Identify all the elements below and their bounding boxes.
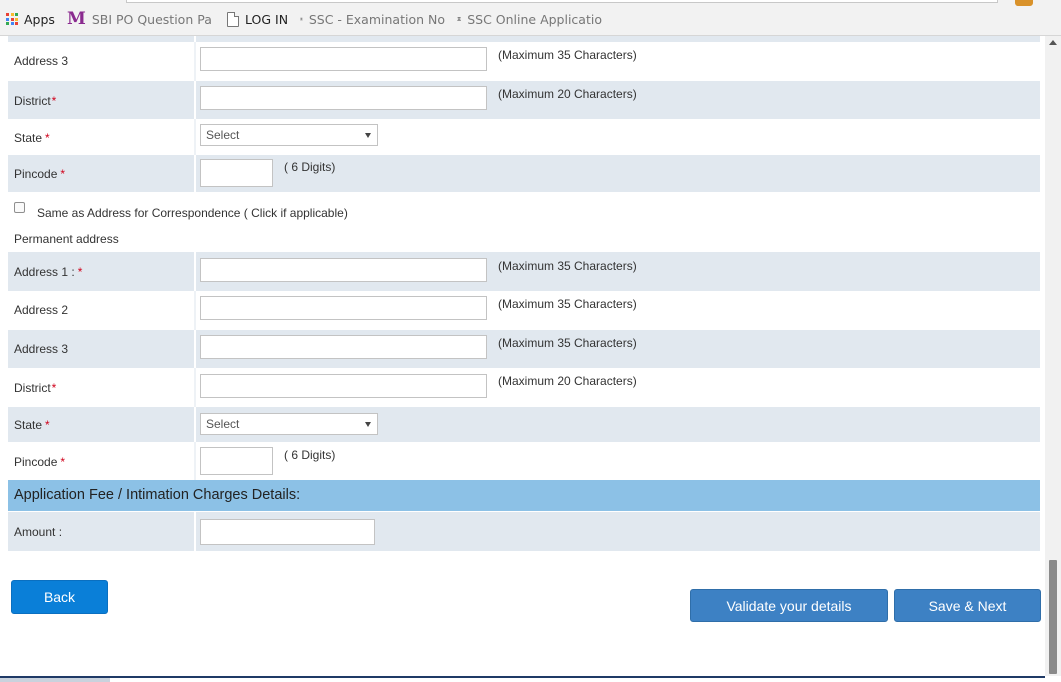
perm-address2-input[interactable] bbox=[200, 296, 487, 320]
field-label: State * bbox=[14, 131, 50, 145]
row-perm-district: District* (Maximum 20 Characters) bbox=[8, 368, 1040, 407]
field-hint: ( 6 Digits) bbox=[284, 160, 336, 174]
field-label: District* bbox=[14, 94, 57, 108]
required-marker: * bbox=[60, 167, 66, 181]
bookmarks-bar: Apps M SBI PO Question Pape LOG IN SSC -… bbox=[0, 0, 1061, 36]
bookmark-label: LOG IN bbox=[245, 11, 289, 27]
required-marker: * bbox=[45, 418, 50, 432]
required-marker: * bbox=[51, 94, 57, 108]
bookmark-ssc-online[interactable]: SSC Online Applicatio bbox=[457, 10, 602, 28]
perm-state-select[interactable]: Select bbox=[200, 413, 378, 435]
row-perm-state: State * Select bbox=[8, 407, 1040, 442]
footer-border bbox=[0, 676, 1045, 678]
corr-district-input[interactable] bbox=[200, 86, 487, 110]
perm-district-input[interactable] bbox=[200, 374, 487, 398]
address-bar-edge bbox=[126, 0, 998, 3]
field-hint: ( 6 Digits) bbox=[284, 448, 336, 462]
field-label: Pincode * bbox=[14, 167, 66, 181]
select-value: Select bbox=[206, 128, 240, 142]
perm-address3-input[interactable] bbox=[200, 335, 487, 359]
scroll-up-arrow-icon[interactable] bbox=[1049, 40, 1057, 45]
corr-state-select[interactable]: Select bbox=[200, 124, 378, 146]
document-icon bbox=[227, 11, 239, 27]
row-corr-address3: Address 3 (Maximum 35 Characters) bbox=[8, 42, 1040, 81]
field-label: Address 1 : * bbox=[14, 265, 83, 279]
required-marker: * bbox=[77, 265, 83, 279]
required-marker: * bbox=[45, 131, 50, 145]
footer-tab bbox=[0, 678, 110, 682]
save-next-button[interactable]: Save & Next bbox=[894, 589, 1041, 622]
amount-input[interactable] bbox=[200, 519, 375, 545]
fee-section-header: Application Fee / Intimation Charges Det… bbox=[8, 480, 1040, 511]
vertical-scrollbar[interactable] bbox=[1045, 36, 1061, 676]
bookmark-label: SBI PO Question Pape bbox=[91, 11, 213, 27]
perm-address1-input[interactable] bbox=[200, 258, 487, 282]
select-value: Select bbox=[206, 417, 240, 431]
row-perm-address1: Address 1 : * (Maximum 35 Characters) bbox=[8, 252, 1040, 291]
bookmark-apps[interactable]: Apps bbox=[6, 10, 55, 28]
required-marker: * bbox=[51, 381, 57, 395]
field-label: Pincode * bbox=[14, 455, 66, 469]
permanent-address-heading: Permanent address bbox=[14, 232, 119, 246]
back-button[interactable]: Back bbox=[11, 580, 108, 614]
field-hint: (Maximum 20 Characters) bbox=[498, 374, 637, 388]
required-marker: * bbox=[60, 455, 66, 469]
field-hint: (Maximum 35 Characters) bbox=[498, 297, 637, 311]
bookmark-label: Apps bbox=[24, 11, 55, 27]
row-perm-address2: Address 2 (Maximum 35 Characters) bbox=[8, 291, 1040, 330]
bookmark-sbi-po[interactable]: M SBI PO Question Pape bbox=[67, 10, 213, 28]
bookmark-label: SSC - Examination No bbox=[308, 11, 445, 27]
scroll-thumb[interactable] bbox=[1049, 560, 1057, 674]
field-label: Address 2 bbox=[14, 303, 69, 317]
field-label: Amount : bbox=[14, 525, 63, 539]
bookmark-login[interactable]: LOG IN bbox=[227, 10, 288, 28]
row-perm-address3: Address 3 (Maximum 35 Characters) bbox=[8, 330, 1040, 368]
corr-address3-input[interactable] bbox=[200, 47, 487, 71]
row-amount: Amount : bbox=[8, 512, 1040, 551]
field-label: Address 3 bbox=[14, 342, 69, 356]
row-corr-pincode: Pincode * ( 6 Digits) bbox=[8, 155, 1040, 192]
row-corr-district: District* (Maximum 20 Characters) bbox=[8, 81, 1040, 119]
field-label: Address 3 bbox=[14, 54, 69, 68]
field-hint: (Maximum 35 Characters) bbox=[498, 336, 637, 350]
row-perm-pincode: Pincode * ( 6 Digits) bbox=[8, 442, 1040, 480]
dropdown-arrow-icon bbox=[365, 422, 371, 427]
corr-pincode-input[interactable] bbox=[200, 159, 273, 187]
emblem-icon bbox=[457, 17, 461, 21]
extension-icon[interactable] bbox=[1015, 0, 1033, 6]
validate-details-button[interactable]: Validate your details bbox=[690, 589, 888, 622]
apps-grid-icon bbox=[6, 13, 18, 25]
field-label: State * bbox=[14, 418, 50, 432]
bookmark-ssc-exam[interactable]: SSC - Examination No bbox=[300, 10, 445, 28]
emblem-icon bbox=[300, 17, 303, 21]
dropdown-arrow-icon bbox=[365, 133, 371, 138]
bookmark-label: SSC Online Applicatio bbox=[467, 11, 602, 27]
same-as-correspondence-checkbox[interactable] bbox=[14, 202, 25, 213]
field-hint: (Maximum 20 Characters) bbox=[498, 87, 637, 101]
field-hint: (Maximum 35 Characters) bbox=[498, 259, 637, 273]
same-as-correspondence-label: Same as Address for Correspondence ( Cli… bbox=[37, 206, 348, 220]
m-logo-icon: M bbox=[67, 10, 86, 28]
perm-pincode-input[interactable] bbox=[200, 447, 273, 475]
field-label: District* bbox=[14, 381, 57, 395]
row-corr-state: State * Select bbox=[8, 119, 1040, 155]
field-hint: (Maximum 35 Characters) bbox=[498, 48, 637, 62]
